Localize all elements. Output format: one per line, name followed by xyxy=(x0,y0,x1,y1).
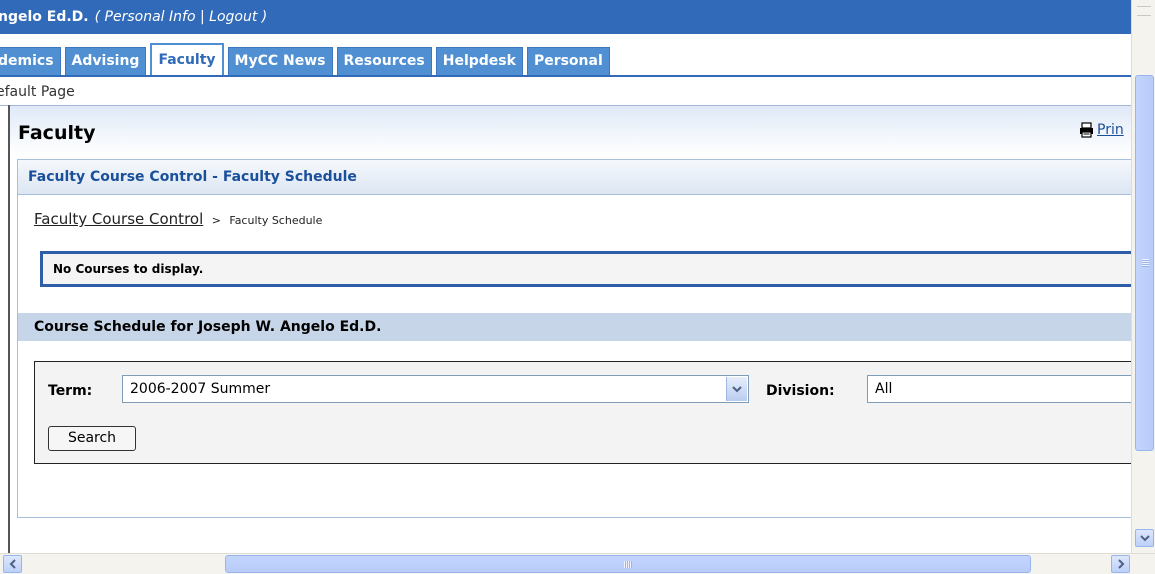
tab-helpdesk[interactable]: Helpdesk xyxy=(435,47,523,75)
breadcrumb-course-control-link[interactable]: Faculty Course Control xyxy=(34,210,203,228)
breadcrumb-current: Faculty Schedule xyxy=(229,214,323,227)
scrollbar-top-marker xyxy=(1137,6,1151,16)
user-bar: ngelo Ed.D. ( Personal Info | Logout ) xyxy=(0,0,1131,34)
breadcrumb: Faculty Course Control > Faculty Schedul… xyxy=(34,210,322,228)
tab-academics[interactable]: demics xyxy=(0,47,61,75)
logout-link[interactable]: Logout xyxy=(209,9,257,25)
page-header: Faculty Prin xyxy=(10,106,1131,156)
tab-advising[interactable]: Advising xyxy=(64,47,147,75)
chevron-left-icon xyxy=(9,559,16,569)
vertical-scrollbar[interactable] xyxy=(1131,0,1155,553)
tab-faculty[interactable]: Faculty xyxy=(150,43,224,75)
division-label: Division: xyxy=(766,383,835,399)
close-paren: ) xyxy=(261,9,268,25)
horizontal-scroll-thumb[interactable] xyxy=(225,555,1031,573)
user-links: ( Personal Info | Logout ) xyxy=(95,9,268,25)
printer-icon xyxy=(1080,122,1093,138)
term-label: Term: xyxy=(48,383,93,399)
search-button[interactable]: Search xyxy=(48,426,136,451)
term-select[interactable]: 2006-2007 Summer xyxy=(122,375,749,403)
thumb-grip xyxy=(624,561,632,568)
tab-mycc-news[interactable]: MyCC News xyxy=(227,47,333,75)
chevron-down-icon xyxy=(1139,535,1150,542)
sub-navigation: efault Page xyxy=(0,79,1131,106)
faculty-schedule-panel: Faculty Course Control - Faculty Schedul… xyxy=(17,159,1133,518)
panel-title: Faculty Course Control - Faculty Schedul… xyxy=(18,160,1132,195)
division-select[interactable]: All xyxy=(867,375,1133,403)
scroll-right-button[interactable] xyxy=(1111,555,1130,573)
chevron-down-icon[interactable] xyxy=(726,377,747,401)
horizontal-scrollbar[interactable] xyxy=(0,553,1155,574)
vertical-scroll-thumb[interactable] xyxy=(1135,75,1154,451)
content-left-border xyxy=(8,105,10,553)
empty-message: No Courses to display. xyxy=(40,251,1132,287)
tab-personal[interactable]: Personal xyxy=(526,47,610,75)
link-separator: | xyxy=(199,9,205,25)
print-label[interactable]: Prin xyxy=(1097,122,1124,138)
page-title: Faculty xyxy=(18,122,96,144)
user-name: ngelo Ed.D. xyxy=(0,9,89,25)
print-link[interactable]: Prin xyxy=(1079,122,1131,138)
default-page-link[interactable]: efault Page xyxy=(0,84,75,100)
thumb-grip xyxy=(1142,259,1149,267)
open-paren: ( xyxy=(94,9,101,25)
schedule-heading: Course Schedule for Joseph W. Angelo Ed.… xyxy=(18,313,1132,341)
scroll-down-button[interactable] xyxy=(1135,529,1154,547)
schedule-filter-form: Term: 2006-2007 Summer Division: All Sea… xyxy=(34,361,1133,464)
chevron-right-icon xyxy=(1117,559,1124,569)
personal-info-link[interactable]: Personal Info xyxy=(105,9,196,25)
scroll-left-button[interactable] xyxy=(3,555,22,573)
breadcrumb-separator: > xyxy=(211,214,221,227)
tab-underline xyxy=(0,75,1131,77)
tab-resources[interactable]: Resources xyxy=(336,47,432,75)
term-select-value: 2006-2007 Summer xyxy=(130,381,271,397)
main-tabs: demics Advising Faculty MyCC News Resour… xyxy=(0,43,614,75)
division-select-value: All xyxy=(875,381,893,397)
